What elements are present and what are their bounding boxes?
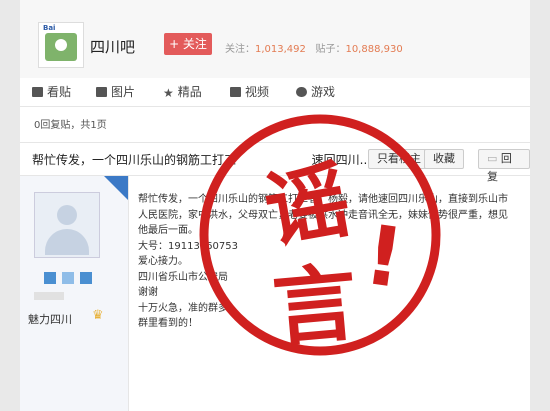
badge-icon bbox=[80, 272, 92, 284]
tab-games[interactable]: 游戏 bbox=[296, 83, 335, 100]
post-line: 帮忙传发，一个四川乐山的钢筋工打工者，杨毅，请他速回四川乐山，直接到乐山市 bbox=[138, 194, 508, 205]
thread-title: 帮忙传发，一个四川乐山的钢筋工打工 速回四川... bbox=[32, 151, 371, 168]
avatar-head bbox=[57, 205, 77, 225]
tab-label: 游戏 bbox=[311, 85, 336, 99]
post-line: 人民医院，家中洪水，父母双亡，老婆被洪水冲走音讯全无，妹妹伤势很严重，想见 bbox=[138, 209, 508, 221]
forum-logo[interactable]: Bai bbox=[38, 22, 84, 68]
forum-page: Bai 四川吧 + 关注 关注：1,013,492 贴子：10,888,930 … bbox=[20, 0, 530, 411]
username[interactable]: 魅力四川 bbox=[28, 311, 72, 327]
post-corner-badge bbox=[104, 176, 128, 200]
avatar[interactable] bbox=[34, 192, 100, 258]
post-count: 10,888,930 bbox=[345, 44, 403, 55]
document-icon bbox=[32, 87, 43, 97]
star-icon: ★ bbox=[163, 86, 174, 100]
post-line: 大号：19113260753 bbox=[138, 240, 238, 252]
avatar-body bbox=[45, 229, 89, 255]
forum-tabs: 看贴 图片 ★ 精品 视频 游戏 bbox=[20, 78, 530, 107]
level-bar bbox=[34, 292, 64, 300]
image-icon bbox=[96, 87, 107, 97]
favorite-button[interactable]: 收藏 bbox=[424, 149, 464, 169]
reply-summary: 0回复贴，共1页 bbox=[34, 120, 107, 131]
post-line: 他最后一面。 bbox=[138, 225, 198, 236]
post-line: 谢谢 bbox=[138, 287, 158, 298]
logo-brand: Bai bbox=[43, 24, 56, 32]
gamepad-icon bbox=[296, 87, 307, 97]
forum-stats: 关注：1,013,492 贴子：10,888,930 bbox=[225, 40, 403, 55]
thread-title-bar: 帮忙传发，一个四川乐山的钢筋工打工 速回四川... 只看楼主 收藏 ▭ 回复 bbox=[20, 142, 530, 183]
reply-icon: ▭ bbox=[487, 152, 498, 165]
reply-button[interactable]: ▭ 回复 bbox=[478, 149, 530, 183]
video-icon bbox=[230, 87, 241, 97]
post-line: 群里看到的！ bbox=[138, 318, 198, 329]
badge-icon bbox=[62, 272, 74, 284]
thread-title-text: 帮忙传发，一个四川乐山的钢筋工打工 bbox=[32, 153, 237, 167]
crown-icon: ♛ bbox=[92, 308, 104, 323]
tab-featured[interactable]: ★ 精品 bbox=[163, 83, 202, 100]
follow-button[interactable]: + 关注 bbox=[164, 33, 212, 55]
post-content: 帮忙传发，一个四川乐山的钢筋工打工者，杨毅，请他速回四川乐山，直接到乐山市 人民… bbox=[138, 192, 528, 332]
panda-logo-icon bbox=[45, 33, 77, 61]
post-count-label: 贴子： bbox=[315, 44, 346, 55]
post-line: 爱心接力。 bbox=[138, 256, 188, 267]
forum-header: Bai 四川吧 + 关注 关注：1,013,492 贴子：10,888,930 bbox=[20, 0, 530, 81]
post-line: 四川省乐山市公安局 bbox=[138, 271, 228, 283]
tab-label: 图片 bbox=[111, 85, 136, 99]
tab-videos[interactable]: 视频 bbox=[230, 83, 269, 100]
thread-title-tail: 速回四川... bbox=[311, 153, 372, 167]
only-op-button[interactable]: 只看楼主 bbox=[368, 149, 430, 169]
tab-label: 视频 bbox=[245, 85, 270, 99]
follow-count-label: 关注： bbox=[225, 44, 255, 55]
post-line: 十万火急，准的群多 bbox=[138, 302, 228, 314]
badge-icon bbox=[44, 272, 56, 284]
follow-count: 1,013,492 bbox=[255, 44, 306, 55]
tab-images[interactable]: 图片 bbox=[96, 83, 135, 100]
tab-posts[interactable]: 看贴 bbox=[32, 83, 71, 100]
forum-name[interactable]: 四川吧 bbox=[90, 36, 135, 57]
tab-label: 精品 bbox=[177, 85, 202, 99]
author-sidebar: 魅力四川 ♛ bbox=[20, 176, 129, 411]
tab-label: 看贴 bbox=[47, 85, 72, 99]
